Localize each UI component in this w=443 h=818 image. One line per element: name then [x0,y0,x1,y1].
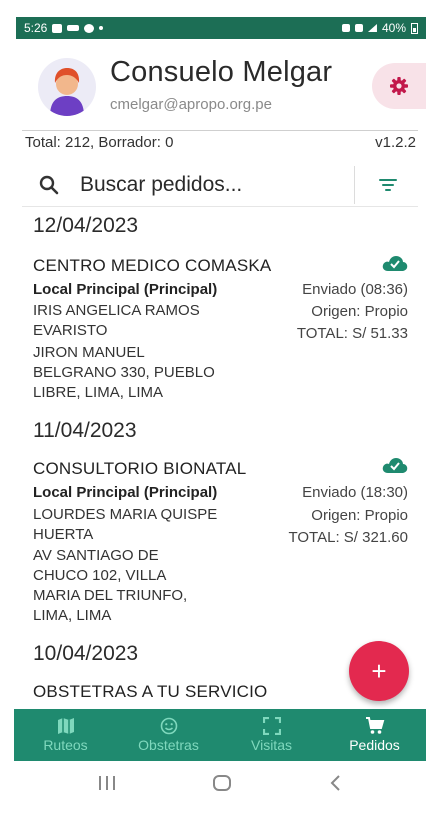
order-contact: LOURDES MARIA QUISPE HUERTA [33,506,218,543]
user-email: cmelgar@apropo.org.pe [110,96,272,113]
order-client[interactable]: CONSULTORIO BIONATAL [33,459,246,479]
scan-frame-icon [262,717,281,735]
add-order-button[interactable]: + [349,641,409,701]
order-status: Enviado (18:30) [302,484,408,501]
home-icon[interactable] [211,774,233,792]
search-icon [39,175,59,195]
nav-label: Obstetras [138,737,199,753]
order-address: JIRON MANUEL BELGRANO 330, PUEBLO LIBRE,… [33,344,215,401]
system-navigation-bar [14,762,426,808]
volte-icon [354,24,363,32]
gallery-icon [52,23,63,33]
date-header: 10/04/2023 [33,642,139,665]
order-total: TOTAL: S/ 51.33 [296,325,408,342]
battery-percent: 40% [381,21,406,35]
app-version: v1.2.2 [375,134,416,151]
nav-label: Visitas [251,737,292,753]
order-contact: IRIS ANGELICA RAMOS EVARISTO [33,302,200,339]
order-address: AV SANTIAGO DE CHUCO 102, VILLA MARIA DE… [33,547,188,624]
order-local: Local Principal (Principal) [33,281,218,298]
whatsapp-icon [84,23,95,33]
filter-icon [379,179,397,181]
alarm-icon [341,24,350,32]
smiley-icon [160,717,177,735]
gear-icon [390,77,408,95]
header-divider [22,130,418,131]
bottom-navigation: Ruteos Obstetras Visitas Pedidos [14,709,426,761]
back-icon[interactable] [325,774,347,792]
app-screen: 5:26 40% Consuelo Melgar cmelgar@apropo.… [0,0,443,818]
nav-label: Pedidos [349,737,400,753]
order-local: Local Principal (Principal) [33,484,218,501]
cloud-check-icon [382,458,408,473]
order-origin: Origen: Propio [311,507,408,524]
nav-item-ruteos[interactable]: Ruteos [14,709,117,761]
cart-icon [365,717,384,734]
status-bar: 5:26 40% [16,17,426,39]
date-header: 12/04/2023 [33,214,139,237]
user-name: Consuelo Melgar [110,56,333,88]
signal-icon [367,24,377,32]
battery-icon [411,22,418,34]
order-total: TOTAL: S/ 321.60 [288,529,408,546]
order-client[interactable]: OBSTETRAS A TU SERVICIO [33,682,267,702]
clock: 5:26 [24,21,48,35]
filter-button[interactable] [372,170,404,200]
recent-apps-icon[interactable] [96,774,118,792]
search-separator [354,166,355,204]
avatar [38,58,96,116]
order-client[interactable]: CENTRO MEDICO COMASKA [33,256,271,276]
settings-button[interactable] [372,63,426,109]
order-origin: Origen: Propio [311,303,408,320]
date-header: 11/04/2023 [33,419,137,442]
map-icon [57,718,74,734]
search-input[interactable] [80,171,340,199]
nav-item-obstetras[interactable]: Obstetras [117,709,220,761]
order-status: Enviado (08:36) [302,281,408,298]
notification-dot-icon [99,26,104,30]
cloud-check-icon [382,256,408,271]
nav-item-pedidos[interactable]: Pedidos [323,709,426,761]
nav-label: Ruteos [43,737,88,753]
search-divider [22,206,418,207]
nav-item-visitas[interactable]: Visitas [220,709,323,761]
voicemail-icon [67,25,80,31]
orders-totals: Total: 212, Borrador: 0 [25,134,174,151]
